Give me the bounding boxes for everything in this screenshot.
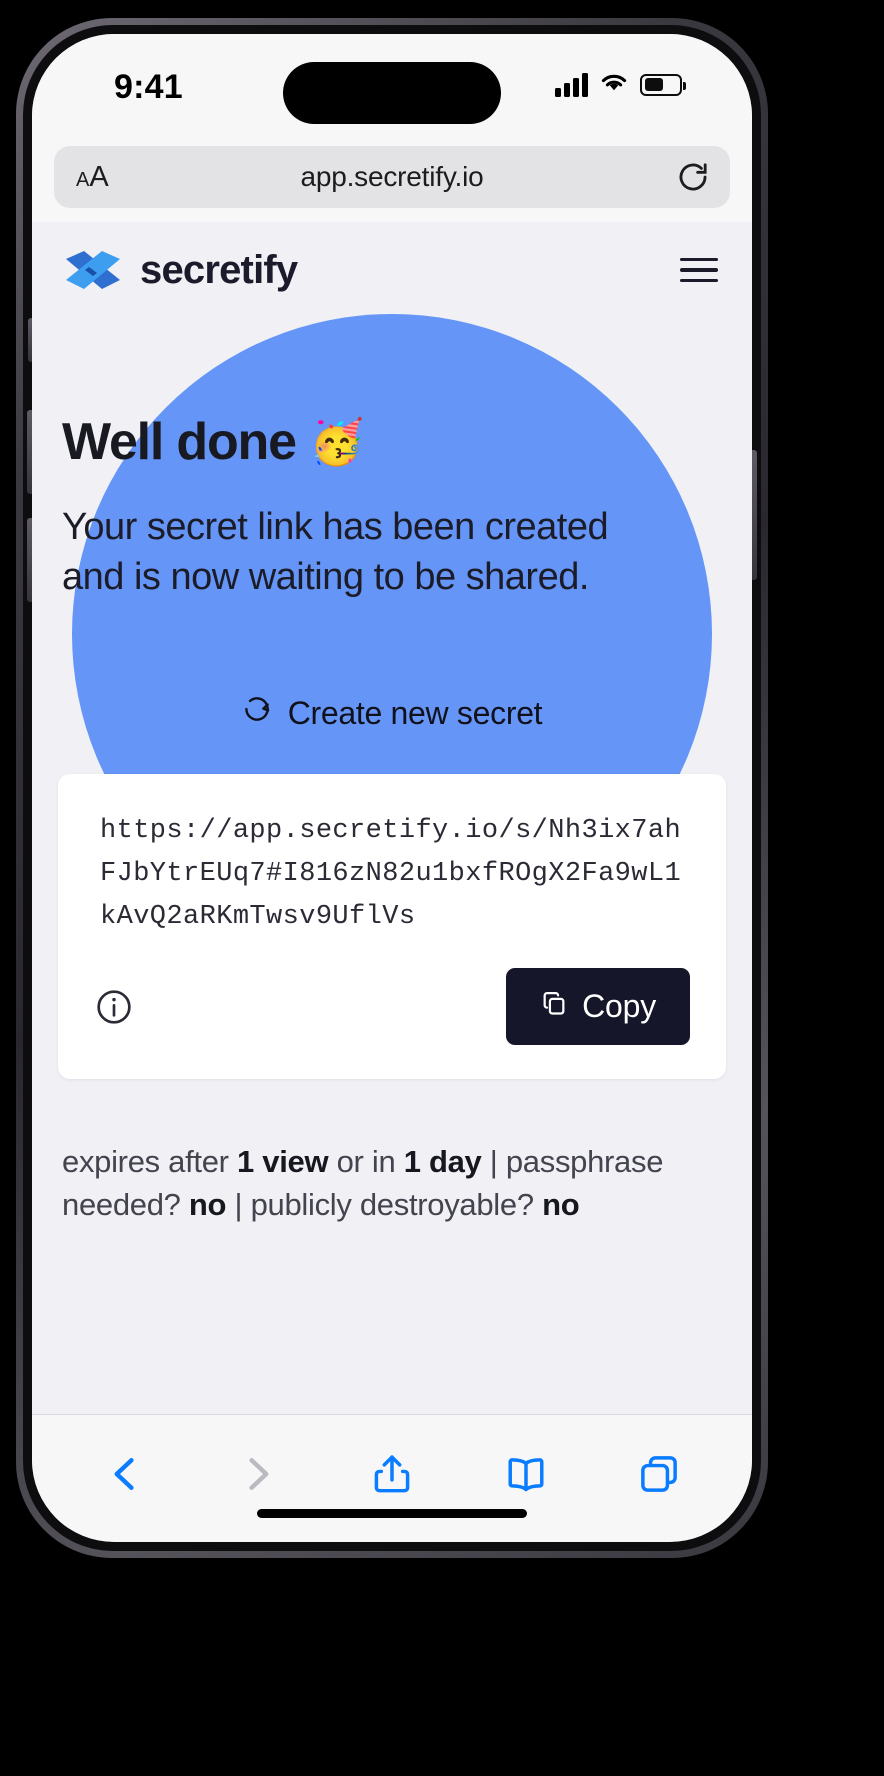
secret-url-text[interactable]: https://app.secretify.io/s/Nh3ix7ahFJbYt… (94, 810, 690, 938)
browser-top-bar: A A app.secretify.io (32, 142, 752, 222)
secretify-logo-icon (62, 246, 124, 294)
secret-link-card: https://app.secretify.io/s/Nh3ix7ahFJbYt… (58, 774, 726, 1080)
meta-publicly-destroyable: no (542, 1187, 580, 1223)
rotate-ccw-icon (242, 694, 272, 732)
address-bar-url: app.secretify.io (300, 161, 484, 192)
reload-icon[interactable] (676, 160, 710, 194)
copy-icon (540, 988, 568, 1025)
secret-meta-info: expires after 1 view or in 1 day | passp… (62, 1141, 722, 1227)
card-actions: Copy (94, 968, 690, 1046)
back-button[interactable] (103, 1452, 147, 1496)
forward-button[interactable] (236, 1452, 280, 1496)
info-circle-icon[interactable] (94, 987, 134, 1027)
status-bar: 9:41 (32, 34, 752, 142)
create-new-secret-label: Create new secret (287, 694, 543, 731)
wifi-icon (598, 70, 630, 99)
web-content: secretify Well done 🥳 Your secret link h… (32, 222, 752, 1414)
screenshot-root: 9:41 A A app.secretify.io secretify Well… (0, 0, 884, 1776)
tabs-button[interactable] (637, 1452, 681, 1496)
browser-bottom-toolbar (32, 1414, 752, 1532)
cellular-bars-icon (555, 72, 588, 97)
battery-icon (640, 73, 686, 96)
text-size-large-a: A (89, 160, 109, 193)
meta-expires-prefix: expires after (62, 1144, 237, 1180)
create-new-secret-link[interactable]: Create new secret (62, 694, 722, 732)
page-subtitle: Your secret link has been created and is… (62, 506, 609, 599)
text-size-button[interactable]: A A (76, 161, 109, 194)
dynamic-island (283, 62, 501, 124)
brand-name: secretify (140, 247, 298, 292)
meta-passphrase-needed: no (188, 1187, 227, 1223)
meta-views: 1 view (237, 1144, 329, 1180)
hamburger-menu-icon[interactable] (676, 250, 722, 291)
status-bar-time: 9:41 (114, 68, 183, 106)
device-bezel: 9:41 A A app.secretify.io secretify Well… (23, 25, 761, 1551)
device-screen: 9:41 A A app.secretify.io secretify Well… (32, 34, 752, 1542)
status-bar-indicators (555, 70, 686, 99)
page-title-text: Well done (62, 413, 297, 471)
home-indicator (257, 1509, 527, 1518)
bookmarks-button[interactable] (504, 1452, 548, 1496)
party-face-emoji: 🥳 (309, 418, 365, 467)
page-title: Well done 🥳 (62, 412, 722, 472)
copy-button-label: Copy (582, 988, 656, 1025)
site-header: secretify (32, 222, 752, 294)
device-frame: 9:41 A A app.secretify.io secretify Well… (16, 18, 768, 1558)
brand-logo[interactable]: secretify (62, 246, 298, 294)
copy-button[interactable]: Copy (506, 968, 690, 1046)
meta-sep-destroyable: | publicly destroyable? (226, 1187, 543, 1223)
address-bar[interactable]: A A app.secretify.io (54, 146, 730, 208)
share-button[interactable] (370, 1452, 414, 1496)
meta-or-in: or in (328, 1144, 404, 1180)
text-size-small-a: A (76, 168, 90, 191)
meta-duration: 1 day (403, 1144, 482, 1180)
hero-section: Well done 🥳 Your secret link has been cr… (32, 412, 752, 732)
